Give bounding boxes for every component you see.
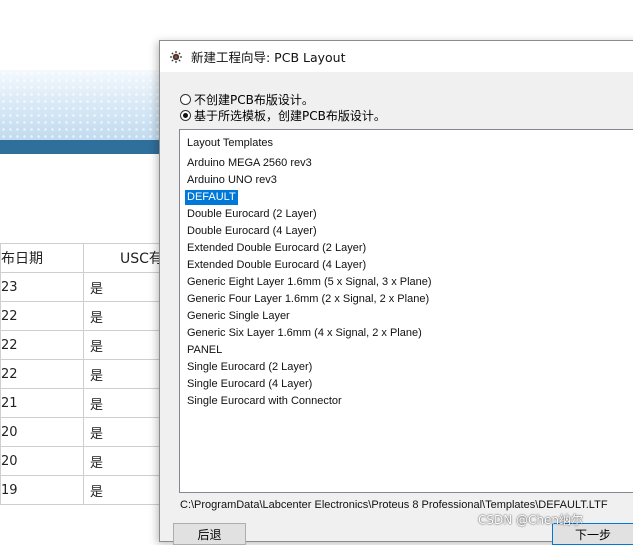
list-item[interactable]: Arduino MEGA 2560 rev3 xyxy=(185,156,314,171)
list-item[interactable]: Extended Double Eurocard (2 Layer) xyxy=(185,241,368,256)
table-cell: 23 xyxy=(0,272,84,302)
background-table: 布日期 USC有 23 是 22 是 22 是 22 是 21 是 20 是 20 是 19 是 xyxy=(0,243,181,505)
table-cell: 22 xyxy=(0,301,84,331)
list-item[interactable]: Generic Eight Layer 1.6mm (5 x Signal, 3… xyxy=(185,275,434,290)
option-from-template-label: 基于所选模板，创建PCB布版设计。 xyxy=(194,109,386,123)
list-item[interactable]: Single Eurocard with Connector xyxy=(185,394,344,409)
table-row: 22 是 xyxy=(0,330,181,360)
list-item[interactable]: Double Eurocard (2 Layer) xyxy=(185,207,319,222)
template-path: C:\ProgramData\Labcenter Electronics\Pro… xyxy=(180,499,608,511)
list-item[interactable]: Generic Four Layer 1.6mm (2 x Signal, 2 … xyxy=(185,292,431,307)
table-row: 22 是 xyxy=(0,301,181,331)
radio-button-checked[interactable] xyxy=(180,110,191,121)
table-cell: 19 xyxy=(0,475,84,505)
table-header-date: 布日期 xyxy=(0,243,84,273)
back-button[interactable]: 后退 xyxy=(173,523,246,545)
table-cell: 22 xyxy=(0,330,84,360)
table-row: 20 是 xyxy=(0,446,181,476)
list-item[interactable]: Double Eurocard (4 Layer) xyxy=(185,224,319,239)
list-item[interactable]: Single Eurocard (4 Layer) xyxy=(185,377,314,392)
table-row: 19 是 xyxy=(0,475,181,505)
option-from-template[interactable]: 基于所选模板，创建PCB布版设计。 xyxy=(180,107,386,124)
list-item[interactable]: PANEL xyxy=(185,343,224,358)
list-item[interactable]: Generic Single Layer xyxy=(185,309,292,324)
table-cell: 21 xyxy=(0,388,84,418)
list-item[interactable]: Generic Six Layer 1.6mm (4 x Signal, 2 x… xyxy=(185,326,424,341)
option-no-pcb[interactable]: 不创建PCB布版设计。 xyxy=(180,91,314,108)
table-row: 23 是 xyxy=(0,272,181,302)
layout-template-list[interactable]: Layout Templates Arduino MEGA 2560 rev3 … xyxy=(179,129,633,493)
dialog-titlebar[interactable]: 新建工程向导: PCB Layout xyxy=(160,41,633,72)
proteus-app-icon xyxy=(169,50,183,64)
table-cell: 20 xyxy=(0,417,84,447)
table-header-row: 布日期 USC有 xyxy=(0,243,181,273)
list-item[interactable]: Single Eurocard (2 Layer) xyxy=(185,360,314,375)
list-item[interactable]: Extended Double Eurocard (4 Layer) xyxy=(185,258,368,273)
table-cell: 22 xyxy=(0,359,84,389)
list-header: Layout Templates xyxy=(187,137,274,149)
list-item[interactable]: Arduino UNO rev3 xyxy=(185,173,279,188)
table-row: 22 是 xyxy=(0,359,181,389)
dialog-title: 新建工程向导: PCB Layout xyxy=(191,50,346,65)
table-row: 21 是 xyxy=(0,388,181,418)
watermark: CSDN @Chen纳尔 xyxy=(478,513,584,527)
table-cell: 20 xyxy=(0,446,84,476)
table-row: 20 是 xyxy=(0,417,181,447)
new-project-wizard-dialog: 新建工程向导: PCB Layout 不创建PCB布版设计。 基于所选模板，创建… xyxy=(159,40,633,545)
option-no-pcb-label: 不创建PCB布版设计。 xyxy=(194,93,314,107)
list-item-selected[interactable]: DEFAULT xyxy=(185,190,238,205)
radio-button-unchecked[interactable] xyxy=(180,94,191,105)
